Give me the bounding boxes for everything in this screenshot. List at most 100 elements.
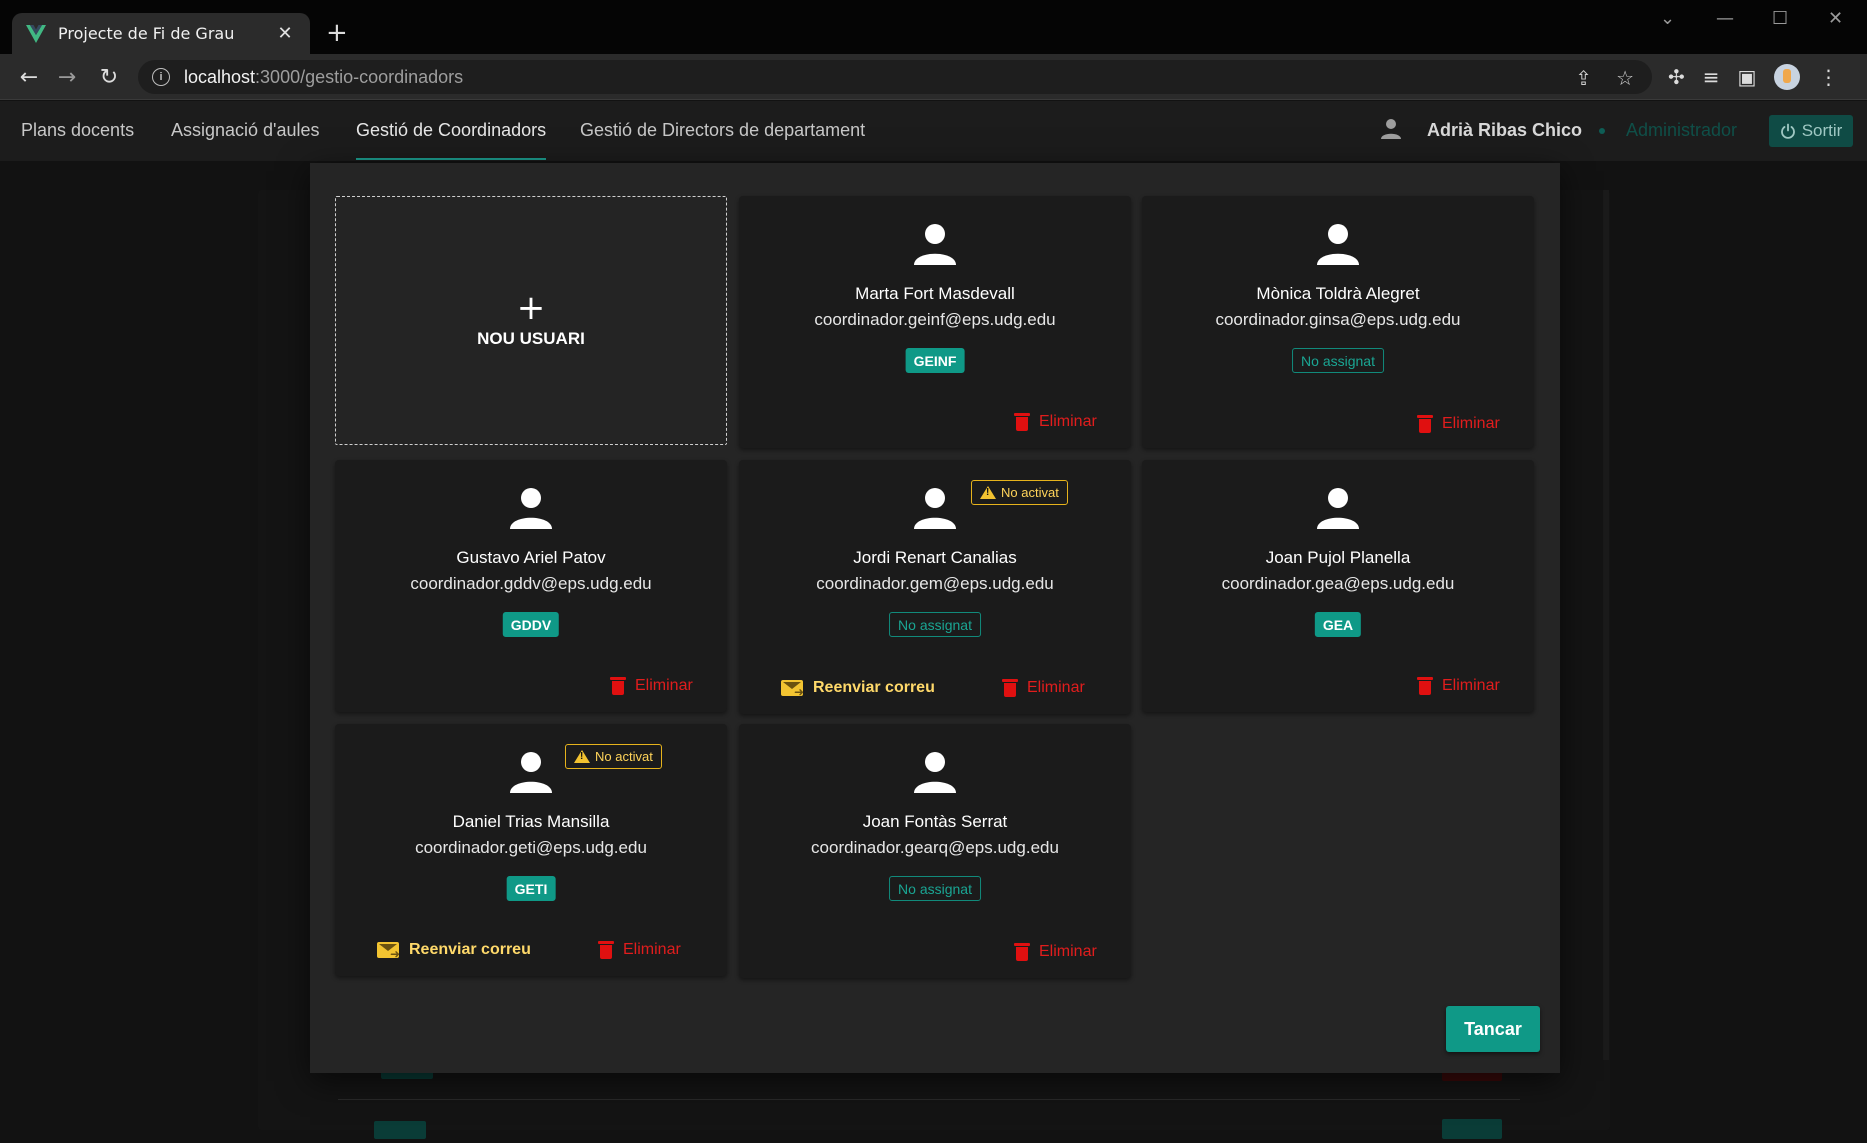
resend-label: Reenviar correu (813, 679, 935, 696)
address-bar[interactable]: i localhost:3000/gestio-coordinadors ⇪ ☆ (138, 60, 1652, 94)
current-user-role: Administrador (1626, 120, 1738, 140)
delete-button[interactable]: Eliminar (1417, 672, 1500, 700)
coordinator-card: No activat Daniel Trias Mansilla coordin… (335, 724, 727, 976)
coordinator-name: Gustavo Ariel Patov (456, 548, 606, 567)
current-user-name: Adrià Ribas Chico (1427, 120, 1583, 140)
coordinator-name: Jordi Renart Canalias (853, 548, 1017, 567)
person-icon (1317, 488, 1359, 529)
trash-icon (598, 941, 614, 959)
bg-badge (374, 1121, 426, 1139)
role-separator-dot (1599, 128, 1605, 134)
person-icon (914, 752, 956, 793)
coordinator-card: Gustavo Ariel Patov coordinador.gddv@eps… (335, 460, 727, 712)
new-user-card[interactable]: + NOU USUARI (335, 196, 727, 445)
minimize-button[interactable]: — (1716, 8, 1734, 29)
coordinator-name: Joan Fontàs Serrat (862, 812, 1008, 831)
coordinator-email: coordinador.ginsa@eps.udg.edu (1215, 310, 1461, 329)
background-scrollbar (1603, 190, 1609, 1060)
coordinator-name: Marta Fort Masdevall (855, 284, 1015, 303)
close-window-button[interactable]: ✕ (1828, 8, 1843, 29)
bookmark-star-icon[interactable]: ☆ (1616, 66, 1634, 90)
resend-email-button[interactable]: Reenviar correu (781, 674, 935, 702)
close-dialog-button[interactable]: Tancar (1446, 1006, 1540, 1052)
delete-button[interactable]: Eliminar (1014, 408, 1097, 436)
trash-icon (1417, 677, 1433, 695)
delete-label: Eliminar (1442, 415, 1500, 432)
back-icon[interactable]: ← (14, 62, 44, 92)
app-navbar: Plans docents Assignació d'aules Gestió … (0, 101, 1867, 161)
nav-gestio-directors[interactable]: Gestió de Directors de departament (580, 120, 865, 141)
degree-badge: GETI (506, 876, 556, 901)
warning-icon (574, 750, 590, 763)
delete-label: Eliminar (635, 677, 693, 694)
delete-label: Eliminar (1039, 413, 1097, 430)
coordinator-email: coordinador.gddv@eps.udg.edu (410, 574, 652, 593)
nav-plans-docents[interactable]: Plans docents (21, 120, 134, 141)
delete-label: Eliminar (1039, 943, 1097, 960)
site-info-icon[interactable]: i (152, 68, 170, 86)
coordinator-card: Mònica Toldrà Alegret coordinador.ginsa@… (1142, 196, 1534, 448)
trash-icon (610, 677, 626, 695)
coordinator-name: Daniel Trias Mansilla (452, 812, 610, 831)
warning-icon (980, 486, 996, 499)
mail-forward-icon (377, 942, 400, 961)
tab-close-button[interactable]: ✕ (274, 23, 296, 44)
new-user-label: NOU USUARI (477, 328, 585, 348)
degree-badge: GDDV (502, 612, 560, 637)
browser-tab[interactable]: Projecte de Fi de Grau ✕ (12, 13, 310, 54)
not-assigned-badge: No assignat (1292, 348, 1384, 373)
logout-label: Sortir (1801, 121, 1843, 140)
coordinator-email: coordinador.geinf@eps.udg.edu (814, 310, 1056, 329)
coordinator-email: coordinador.gem@eps.udg.edu (816, 574, 1054, 593)
new-tab-button[interactable]: + (326, 18, 348, 48)
profile-avatar-icon[interactable] (1774, 64, 1801, 90)
browser-toolbar: ← → ↻ i localhost:3000/gestio-coordinado… (0, 54, 1867, 100)
trash-icon (1002, 679, 1018, 697)
browser-menu-icon[interactable]: ⋮ (1818, 65, 1838, 89)
url-path: :3000/gestio-coordinadors (255, 66, 464, 87)
coordinator-email: coordinador.gearq@eps.udg.edu (811, 838, 1059, 857)
resend-label: Reenviar correu (409, 941, 531, 958)
resend-email-button[interactable]: Reenviar correu (377, 936, 531, 964)
bg-row-divider (338, 1099, 1520, 1100)
plus-icon: + (516, 287, 546, 328)
logout-button[interactable]: Sortir (1769, 115, 1853, 147)
vue-logo-icon (26, 24, 46, 43)
delete-button[interactable]: Eliminar (1014, 938, 1097, 966)
trash-icon (1014, 943, 1030, 961)
delete-button[interactable]: Eliminar (1002, 674, 1085, 702)
coordinator-name: Mònica Toldrà Alegret (1256, 284, 1420, 303)
maximize-button[interactable]: ☐ (1772, 8, 1788, 29)
not-activated-badge: No activat (565, 744, 662, 769)
nav-gestio-coordinadors[interactable]: Gestió de Coordinadors (356, 120, 547, 160)
browser-titlebar: Projecte de Fi de Grau ✕ + ⌄ — ☐ ✕ (0, 0, 1867, 54)
person-icon (510, 752, 552, 793)
side-panel-icon[interactable]: ▣ (1738, 65, 1757, 89)
delete-label: Eliminar (1027, 679, 1085, 696)
url-host: localhost (184, 66, 256, 87)
coordinator-card: Joan Pujol Planella coordinador.gea@eps.… (1142, 460, 1534, 712)
coordinator-email: coordinador.gea@eps.udg.edu (1221, 574, 1455, 593)
forward-icon[interactable]: → (52, 62, 82, 92)
nav-assignacio-aules[interactable]: Assignació d'aules (171, 120, 320, 141)
tab-search-icon[interactable]: ⌄ (1660, 8, 1675, 29)
delete-label: Eliminar (1442, 677, 1500, 694)
person-icon (1317, 224, 1359, 265)
reload-icon[interactable]: ↻ (94, 62, 124, 92)
delete-label: Eliminar (623, 941, 681, 958)
not-assigned-badge: No assignat (889, 876, 981, 901)
user-icon (1381, 119, 1401, 139)
not-activated-badge: No activat (971, 480, 1068, 505)
delete-button[interactable]: Eliminar (610, 672, 693, 700)
person-icon (914, 224, 956, 265)
coordinator-email: coordinador.geti@eps.udg.edu (415, 838, 647, 857)
share-icon[interactable]: ⇪ (1575, 66, 1592, 90)
coordinator-name: Joan Pujol Planella (1265, 548, 1411, 567)
delete-button[interactable]: Eliminar (598, 936, 681, 964)
extensions-icon[interactable]: ✣ (1668, 65, 1685, 89)
power-icon (1780, 123, 1795, 139)
media-control-icon[interactable]: ≡ (1703, 65, 1720, 89)
delete-button[interactable]: Eliminar (1417, 410, 1500, 438)
coordinator-card: Marta Fort Masdevall coordinador.geinf@e… (739, 196, 1131, 448)
not-activated-label: No activat (595, 749, 653, 764)
